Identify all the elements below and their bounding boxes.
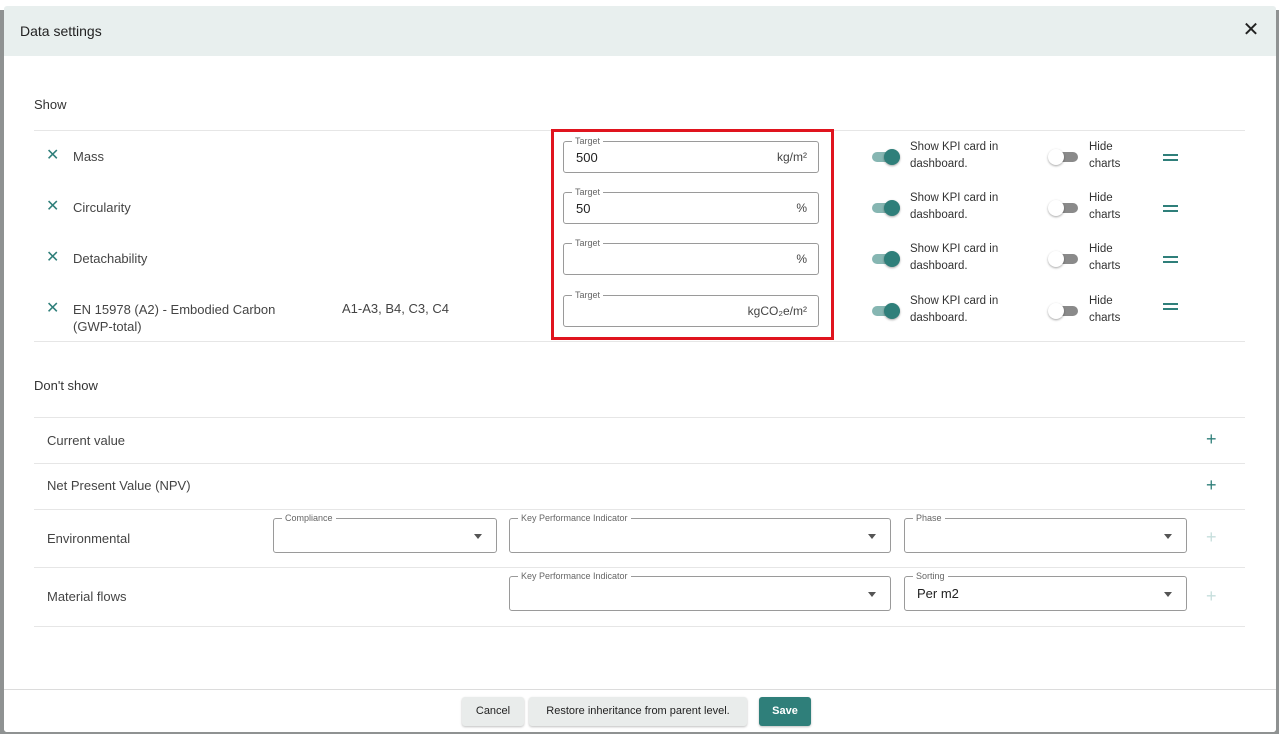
show-kpi-card-label: Show KPI card in dashboard. <box>910 243 999 272</box>
kpi-row-circularity: ✕ Circularity Target 50 % Show KPI card … <box>34 186 1245 244</box>
compliance-select[interactable]: Compliance <box>273 512 497 553</box>
target-input[interactable]: Target 50 % <box>563 186 819 224</box>
add-kpi-plus-icon[interactable]: + <box>1206 476 1217 494</box>
kpi-row-mass: ✕ Mass Target 500 kg/m² Show KPI card in… <box>34 135 1245 193</box>
kpi-select-label: Key Performance Indicator <box>518 570 631 582</box>
chevron-down-icon <box>474 534 482 539</box>
remove-kpi-icon[interactable]: ✕ <box>46 199 62 215</box>
target-unit: % <box>796 252 807 266</box>
divider <box>34 626 1245 627</box>
kpi-phase: A1-A3, B4, C3, C4 <box>342 301 449 316</box>
show-kpi-card-label: Show KPI card in dashboard. <box>910 295 999 324</box>
show-section-title: Show <box>34 97 67 112</box>
kpi-name: EN 15978 (A2) - Embodied Carbon (GWP-tot… <box>73 302 276 334</box>
sorting-select[interactable]: Sorting Per m2 <box>904 570 1187 611</box>
show-kpi-card-toggle[interactable] <box>870 302 900 320</box>
target-label: Target <box>572 186 604 198</box>
drag-handle-icon[interactable] <box>1163 205 1178 213</box>
target-input[interactable]: Target 500 kg/m² <box>563 135 819 173</box>
hide-charts-label: Hide charts <box>1089 192 1121 221</box>
hide-charts-toggle[interactable] <box>1048 302 1078 320</box>
kpi-name: Circularity <box>73 200 131 215</box>
hide-charts-label: Hide charts <box>1089 141 1121 170</box>
drag-handle-icon[interactable] <box>1163 303 1178 311</box>
remove-kpi-icon[interactable]: ✕ <box>46 301 62 317</box>
add-kpi-plus-icon[interactable]: + <box>1206 528 1217 546</box>
data-settings-dialog: Data settings ✕ Show ✕ Mass Target 500 k… <box>4 6 1276 732</box>
show-kpi-card-toggle[interactable] <box>870 199 900 217</box>
phase-select[interactable]: Phase <box>904 512 1187 553</box>
chevron-down-icon <box>1164 592 1172 597</box>
remove-kpi-icon[interactable]: ✕ <box>46 250 62 266</box>
cancel-button[interactable]: Cancel <box>462 697 524 726</box>
kpi-row-embodied-carbon: ✕ EN 15978 (A2) - Embodied Carbon (GWP-t… <box>34 289 1245 347</box>
dialog-title: Data settings <box>20 23 102 39</box>
close-icon[interactable]: ✕ <box>1240 19 1262 41</box>
chevron-down-icon <box>1164 534 1172 539</box>
sorting-select-label: Sorting <box>913 570 948 582</box>
hide-charts-toggle[interactable] <box>1048 250 1078 268</box>
show-kpi-card-label: Show KPI card in dashboard. <box>910 192 999 221</box>
phase-select-label: Phase <box>913 512 945 524</box>
target-input[interactable]: Target kgCO₂e/m² <box>563 289 819 327</box>
hide-charts-label: Hide charts <box>1089 295 1121 324</box>
hide-charts-toggle[interactable] <box>1048 199 1078 217</box>
hide-charts-label: Hide charts <box>1089 243 1121 272</box>
target-label: Target <box>572 289 604 301</box>
target-value: 50 <box>576 201 591 216</box>
hidden-kpi-label: Net Present Value (NPV) <box>47 478 191 493</box>
hidden-kpi-label: Current value <box>47 433 126 448</box>
target-label: Target <box>572 135 604 147</box>
environmental-label: Environmental <box>47 531 131 546</box>
save-button[interactable]: Save <box>759 697 811 726</box>
compliance-select-label: Compliance <box>282 512 336 524</box>
divider <box>34 341 1245 342</box>
dialog-header: Data settings ✕ <box>4 6 1276 56</box>
show-kpi-card-toggle[interactable] <box>870 148 900 166</box>
sorting-select-value: Per m2 <box>917 586 959 601</box>
target-value: 500 <box>576 150 598 165</box>
material-flows-label: Material flows <box>47 589 127 604</box>
show-kpi-card-toggle[interactable] <box>870 250 900 268</box>
divider <box>34 509 1245 510</box>
dont-show-section-title: Don't show <box>34 378 98 393</box>
dialog-footer: Cancel Restore inheritance from parent l… <box>4 689 1276 732</box>
target-label: Target <box>572 237 604 249</box>
target-unit: % <box>796 201 807 215</box>
remove-kpi-icon[interactable]: ✕ <box>46 148 62 164</box>
kpi-row-detachability: ✕ Detachability Target % Show KPI card i… <box>34 237 1245 295</box>
divider <box>34 130 1245 131</box>
restore-inheritance-button[interactable]: Restore inheritance from parent level. <box>529 697 747 726</box>
environmental-kpi-select[interactable]: Key Performance Indicator <box>509 512 891 553</box>
drag-handle-icon[interactable] <box>1163 154 1178 162</box>
hide-charts-toggle[interactable] <box>1048 148 1078 166</box>
chevron-down-icon <box>868 592 876 597</box>
add-kpi-plus-icon[interactable]: + <box>1206 430 1217 448</box>
kpi-name: Mass <box>73 149 105 164</box>
target-unit: kg/m² <box>777 150 807 164</box>
divider <box>34 417 1245 418</box>
drag-handle-icon[interactable] <box>1163 256 1178 264</box>
kpi-name: Detachability <box>73 251 148 266</box>
divider <box>34 567 1245 568</box>
target-unit: kgCO₂e/m² <box>747 304 807 318</box>
divider <box>34 463 1245 464</box>
add-kpi-plus-icon[interactable]: + <box>1206 587 1217 605</box>
chevron-down-icon <box>868 534 876 539</box>
material-flows-kpi-select[interactable]: Key Performance Indicator <box>509 570 891 611</box>
kpi-select-label: Key Performance Indicator <box>518 512 631 524</box>
target-input[interactable]: Target % <box>563 237 819 275</box>
show-kpi-card-label: Show KPI card in dashboard. <box>910 141 999 170</box>
